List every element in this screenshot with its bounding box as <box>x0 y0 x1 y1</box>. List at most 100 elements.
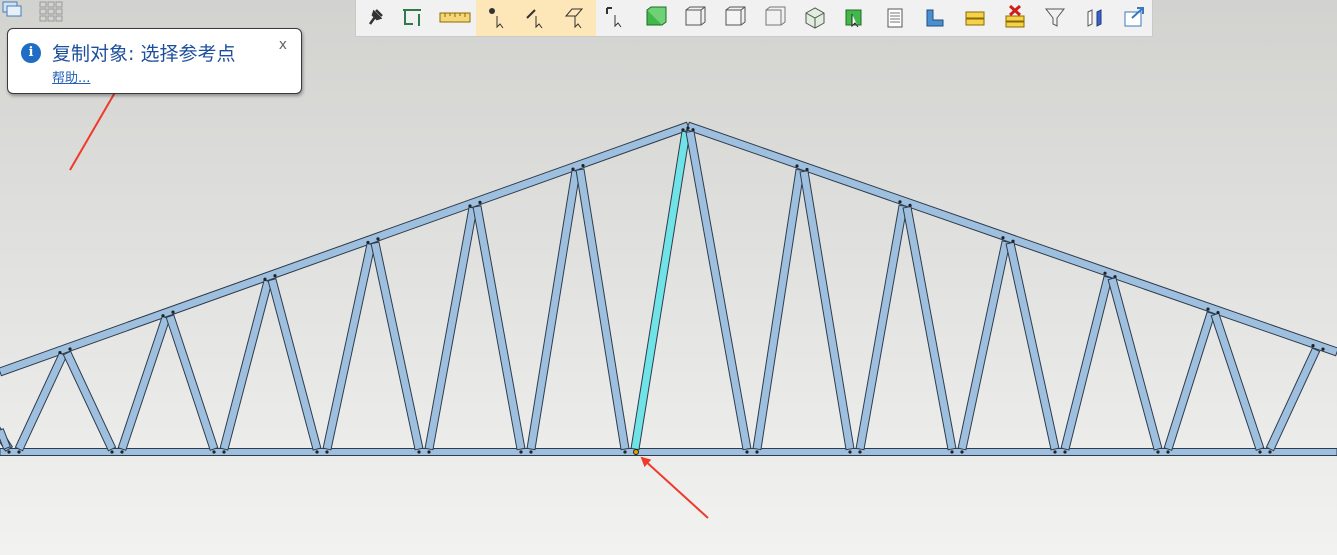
joint-dot <box>681 128 685 132</box>
reference-point-marker[interactable] <box>633 449 639 455</box>
joint-dot <box>1258 450 1262 454</box>
joint-dot <box>1113 275 1117 279</box>
snap-reference-icon <box>606 7 622 28</box>
joint-dot <box>691 128 695 132</box>
view-shaded-icon <box>805 7 825 29</box>
tooltip-close-button[interactable]: x <box>279 37 287 53</box>
joint-dot <box>17 450 21 454</box>
view-grid-button[interactable] <box>38 0 66 26</box>
joint-dot <box>417 450 421 454</box>
view-list-button[interactable] <box>0 0 28 26</box>
help-link[interactable]: 帮助... <box>52 67 90 86</box>
joint-dot <box>1216 310 1220 315</box>
select-objects-icon <box>845 9 862 28</box>
joint-dot <box>858 450 862 454</box>
select-tool-button[interactable] <box>399 4 425 30</box>
joint-dot <box>1063 450 1067 454</box>
joint-dot <box>325 450 329 454</box>
joint-dot <box>263 277 267 281</box>
joint-dot <box>581 163 585 168</box>
delete-layers-button[interactable] <box>1002 4 1028 30</box>
joint-dot <box>366 240 370 245</box>
joint-dot <box>120 450 124 454</box>
joint-dot <box>171 310 175 314</box>
joint-dot <box>795 164 799 168</box>
delete-layers-icon <box>1005 4 1025 28</box>
joint-dot <box>110 450 114 454</box>
pin-button[interactable] <box>362 4 388 30</box>
joint-dot <box>468 204 472 208</box>
joint-dot <box>58 350 62 355</box>
view-grid-icon <box>39 1 63 22</box>
view-wireframe-icon <box>685 6 706 26</box>
joint-dot <box>161 314 165 318</box>
joint-dot <box>1311 344 1315 348</box>
snap-plane-button[interactable] <box>562 4 588 30</box>
joint-dot <box>755 450 759 454</box>
tooltip-title: 复制对象: 选择参考点 <box>52 43 236 65</box>
measure-button[interactable] <box>438 4 472 30</box>
joint-dot <box>1321 347 1325 351</box>
snap-line-button[interactable] <box>523 4 549 30</box>
bottom-chord[interactable] <box>0 448 1337 456</box>
joint-dot <box>1103 271 1107 275</box>
joint-dot <box>950 450 954 454</box>
view-solid-button[interactable] <box>643 4 669 30</box>
joint-dot <box>315 450 319 454</box>
view-solid-icon <box>646 6 667 26</box>
select-objects-button[interactable] <box>842 4 868 30</box>
view-shaded-button[interactable] <box>802 4 828 30</box>
joint-dot <box>898 200 902 204</box>
parts-icon <box>1087 9 1102 27</box>
tooltip-popup: i 复制对象: 选择参考点 帮助... x <box>7 28 302 94</box>
view-outline-button[interactable] <box>762 4 788 30</box>
joint-dot <box>745 450 749 454</box>
joint-dot <box>623 450 627 454</box>
snap-plane-icon <box>564 8 584 29</box>
parts-button[interactable] <box>1082 4 1108 30</box>
layers-button[interactable] <box>962 4 988 30</box>
joint-dot <box>427 450 431 454</box>
joint-dot <box>529 450 533 454</box>
pin-icon <box>368 9 383 25</box>
profile-button[interactable] <box>922 4 948 30</box>
measure-ruler-icon <box>439 12 471 23</box>
joint-dot <box>7 450 11 454</box>
joint-dot <box>222 450 226 454</box>
view-list-icon <box>2 1 22 17</box>
joint-dot <box>686 126 690 130</box>
joint-dot <box>1001 236 1005 240</box>
select-tool-icon <box>403 9 421 26</box>
document-icon <box>887 8 903 28</box>
joint-dot <box>908 203 912 207</box>
snap-point-button[interactable] <box>484 4 510 30</box>
view-hidden-line-button[interactable] <box>722 4 748 30</box>
joint-dot <box>571 167 575 171</box>
joint-dot <box>1011 239 1015 243</box>
joint-dot <box>376 237 380 241</box>
joint-dot <box>960 450 964 454</box>
joint-dot <box>1166 450 1170 454</box>
joint-dot <box>68 347 72 351</box>
joint-dot <box>1053 450 1057 454</box>
joint-dot <box>1268 450 1272 454</box>
joint-dot <box>273 274 277 278</box>
joint-dot <box>212 450 216 454</box>
profile-icon <box>926 9 944 27</box>
joint-dot <box>478 200 482 204</box>
snap-reference-button[interactable] <box>603 4 629 30</box>
view-outline-icon <box>765 6 786 26</box>
snap-point-icon <box>489 8 504 29</box>
joint-dot <box>848 450 852 454</box>
layers-icon <box>965 11 985 26</box>
view-wireframe-button[interactable] <box>682 4 708 30</box>
joint-dot <box>1206 307 1210 311</box>
view-hidden-line-icon <box>725 6 746 26</box>
filter-button[interactable] <box>1042 4 1068 30</box>
document-button[interactable] <box>882 4 908 30</box>
joint-dot <box>1156 450 1160 454</box>
info-icon: i <box>21 43 41 63</box>
joint-dot <box>519 450 523 454</box>
filter-icon <box>1044 8 1066 27</box>
export-button[interactable] <box>1122 4 1148 30</box>
